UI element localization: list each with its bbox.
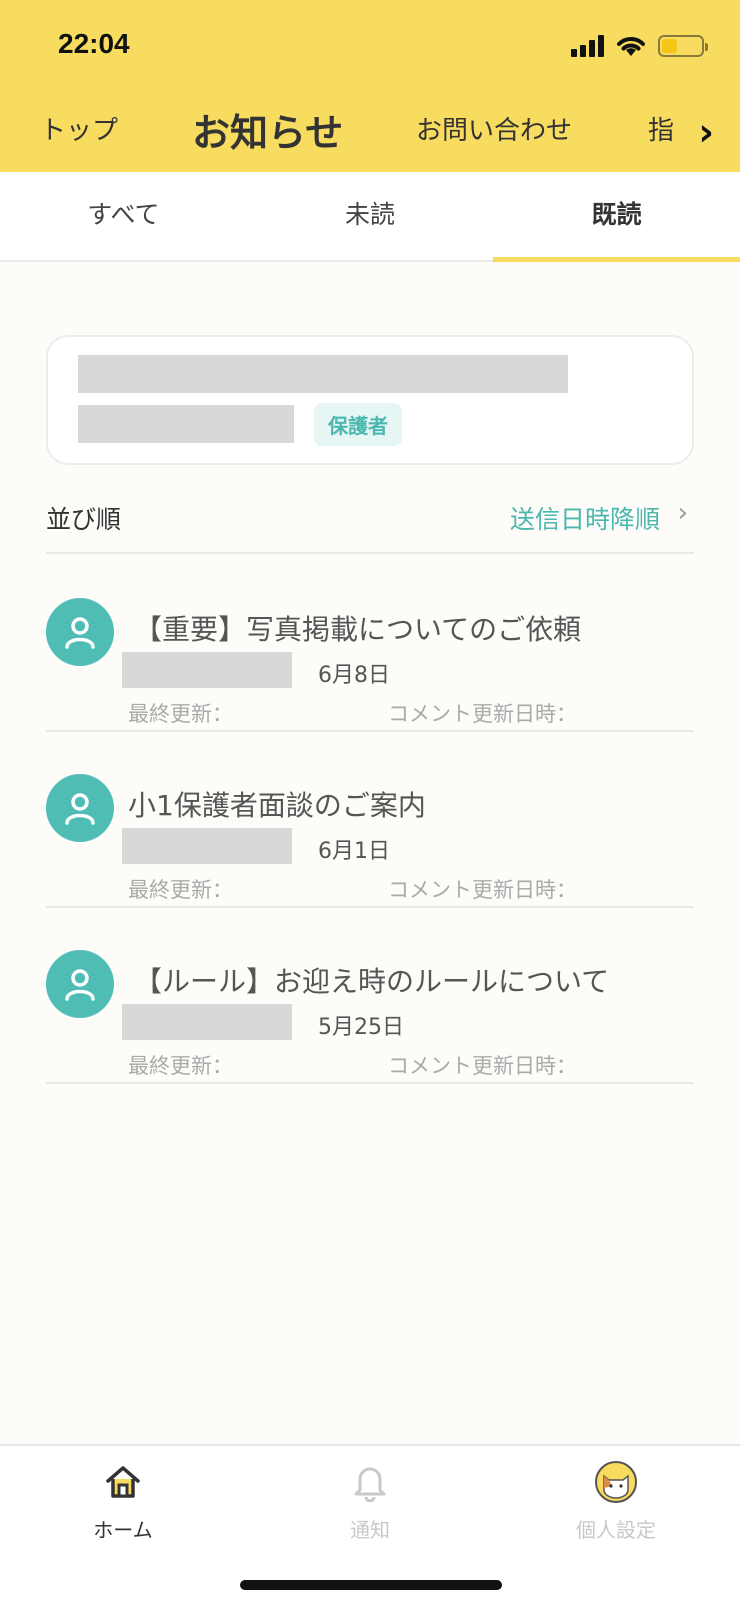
sort-row[interactable]: 並び順 送信日時降順 › xyxy=(46,478,694,554)
redacted-detail xyxy=(78,405,294,443)
home-icon xyxy=(43,1460,203,1504)
bottom-tab-home[interactable]: ホーム xyxy=(43,1460,203,1543)
notice-date: 5月25日 xyxy=(318,1015,404,1040)
chevron-right-icon[interactable]: › xyxy=(698,110,714,154)
tab-all[interactable]: すべて xyxy=(0,172,247,260)
list-item[interactable]: 【ルール】お迎え時のルールについて 5月25日 最終更新： コメント更新日時： xyxy=(46,908,694,1084)
bottom-tab-home-label: ホーム xyxy=(93,1518,153,1542)
tab-unread[interactable]: 未読 xyxy=(247,172,494,260)
last-updated-label: 最終更新： xyxy=(128,878,233,902)
user-icon xyxy=(46,950,114,1018)
app-header: 22:04 トップ お知らせ お問い合わせ 指 › xyxy=(0,0,740,172)
redacted-sender xyxy=(122,828,292,864)
user-icon xyxy=(46,598,114,666)
profile-card[interactable]: 保護者 xyxy=(46,335,694,465)
signal-icon xyxy=(571,35,604,57)
home-indicator xyxy=(240,1580,502,1590)
bell-icon xyxy=(290,1460,450,1504)
battery-icon xyxy=(658,35,708,57)
nav-item-next[interactable]: 指 xyxy=(648,110,674,147)
bottom-tab-notifications[interactable]: 通知 xyxy=(290,1460,450,1543)
notice-title: 小1保護者面談のご案内 xyxy=(128,789,426,822)
tab-read[interactable]: 既読 xyxy=(493,172,740,262)
list-item[interactable]: 小1保護者面談のご案内 6月1日 最終更新： コメント更新日時： xyxy=(46,732,694,908)
sort-label: 並び順 xyxy=(46,505,122,534)
top-nav: トップ お知らせ お問い合わせ 指 › xyxy=(0,100,740,160)
last-updated-label: 最終更新： xyxy=(128,702,233,726)
filter-tabs: すべて 未読 既読 xyxy=(0,172,740,262)
nav-item-top[interactable]: トップ xyxy=(40,110,118,147)
bottom-tab-settings-label: 個人設定 xyxy=(576,1518,656,1542)
last-updated-label: 最終更新： xyxy=(128,1054,233,1078)
comment-updated-label: コメント更新日時： xyxy=(388,878,577,902)
status-icons xyxy=(571,34,708,58)
cat-avatar-icon xyxy=(536,1460,696,1504)
sort-value[interactable]: 送信日時降順 xyxy=(510,500,660,536)
nav-item-contact[interactable]: お問い合わせ xyxy=(416,110,572,147)
notice-date: 6月8日 xyxy=(318,663,390,688)
bottom-tab-bar: ホーム 通知 個人設定 xyxy=(0,1444,740,1600)
comment-updated-label: コメント更新日時： xyxy=(388,702,577,726)
user-icon xyxy=(46,774,114,842)
role-badge: 保護者 xyxy=(314,403,402,446)
notice-list: 【重要】写真掲載についてのご依頼 6月8日 最終更新： コメント更新日時： 小1… xyxy=(46,556,694,1084)
redacted-sender xyxy=(122,1004,292,1040)
redacted-sender xyxy=(122,652,292,688)
list-item[interactable]: 【重要】写真掲載についてのご依頼 6月8日 最終更新： コメント更新日時： xyxy=(46,556,694,732)
notice-title: 【ルール】お迎え時のルールについて xyxy=(134,965,610,998)
wifi-icon xyxy=(617,37,645,56)
bottom-tab-notifications-label: 通知 xyxy=(350,1518,390,1542)
chevron-right-icon: › xyxy=(677,498,688,528)
comment-updated-label: コメント更新日時： xyxy=(388,1054,577,1078)
nav-item-notices[interactable]: お知らせ xyxy=(192,102,343,157)
notice-title: 【重要】写真掲載についてのご依頼 xyxy=(134,613,582,646)
notice-date: 6月1日 xyxy=(318,839,390,864)
bottom-tab-settings[interactable]: 個人設定 xyxy=(536,1460,696,1543)
status-time: 22:04 xyxy=(58,28,130,59)
redacted-name xyxy=(78,355,568,393)
